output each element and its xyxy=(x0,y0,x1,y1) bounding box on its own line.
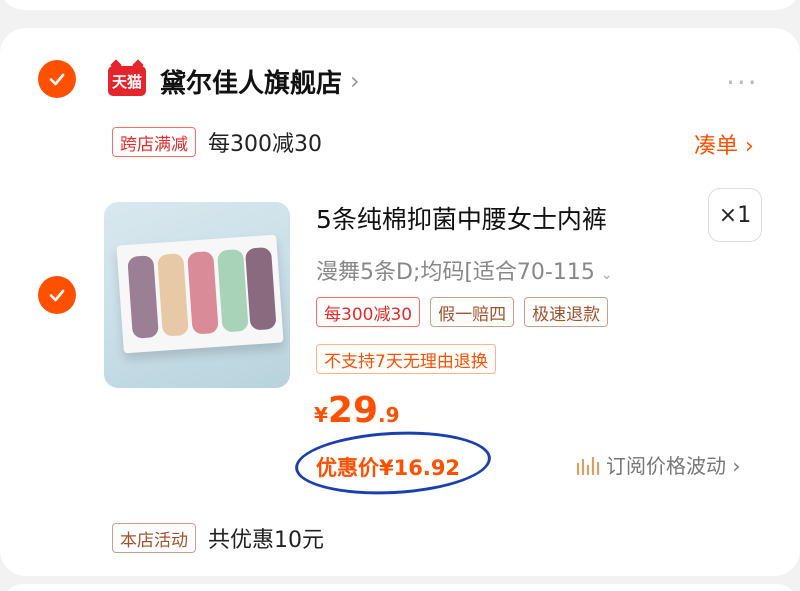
price-decimal: .9 xyxy=(378,403,400,427)
previous-card xyxy=(0,0,800,10)
quantity-button[interactable]: ×1 xyxy=(708,188,762,242)
promo-text: 每300减30 xyxy=(208,132,322,157)
price-integer: 29 xyxy=(327,390,379,431)
sku-selector[interactable]: 漫舞5条D;均码[适合70-115 ⌄ xyxy=(316,254,613,286)
more-options-icon[interactable]: ··· xyxy=(726,66,759,99)
tmall-logo-icon: 天猫 xyxy=(108,66,146,96)
subscribe-price-alert[interactable]: 订阅价格波动 › xyxy=(576,450,740,479)
fast-refund-tag: 极速退款 xyxy=(524,297,609,327)
sku-text: 漫舞5条D;均码[适合70-115 xyxy=(316,260,595,285)
promo-tag: 跨店满减 xyxy=(112,127,196,157)
checkmark-icon xyxy=(49,73,65,86)
return-policy-row: 不支持7天无理由退换 xyxy=(316,344,496,374)
activity-text: 共优惠10元 xyxy=(208,528,324,553)
coudan-link[interactable]: 凑单 › xyxy=(694,128,754,160)
subscribe-label: 订阅价格波动 › xyxy=(606,454,741,478)
cross-store-promo: 跨店满减 每300减30 xyxy=(112,126,322,158)
return-policy-tag: 不支持7天无理由退换 xyxy=(316,344,496,374)
currency-symbol: ¥ xyxy=(314,403,328,427)
product-image[interactable] xyxy=(104,202,290,388)
item-select-checkbox[interactable] xyxy=(38,276,76,314)
chevron-down-icon: ⌄ xyxy=(600,267,613,283)
store-select-checkbox[interactable] xyxy=(38,60,76,98)
price-trend-icon xyxy=(576,456,600,475)
service-tags: 每300减30 假一赔四 极速退款 xyxy=(316,297,609,327)
store-activity[interactable]: 本店活动 共优惠10元 xyxy=(112,522,324,554)
activity-tag: 本店活动 xyxy=(112,523,196,553)
chevron-right-icon: › xyxy=(350,67,360,95)
product-title[interactable]: 5条纯棉抑菌中腰女士内裤 xyxy=(316,200,607,236)
checkmark-icon xyxy=(49,289,65,302)
product-price: ¥29.9 xyxy=(314,390,400,431)
guarantee-tag: 假一赔四 xyxy=(430,297,515,327)
store-header[interactable]: 天猫 黛尔佳人旗舰店 › xyxy=(108,62,360,100)
discount-price: 优惠价¥16.92 xyxy=(316,456,461,480)
store-name[interactable]: 黛尔佳人旗舰店 xyxy=(160,63,342,100)
next-card xyxy=(0,584,800,591)
discount-tag: 每300减30 xyxy=(316,297,421,327)
product-box-illustration xyxy=(116,234,284,354)
